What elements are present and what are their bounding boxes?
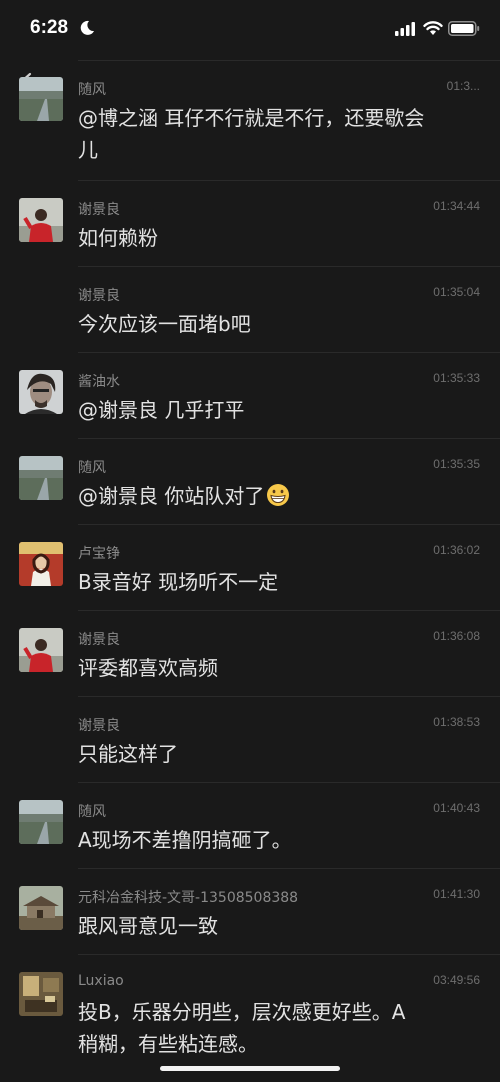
divider [78, 180, 500, 181]
divider [78, 438, 500, 439]
message-text: @博之涵 耳仔不行就是不行，还要歇会 儿 [78, 102, 478, 166]
message-time: 01:36:08 [433, 629, 480, 643]
message-text: 如何赖粉 [78, 226, 158, 250]
message-time: 01:38:53 [433, 715, 480, 729]
message-time: 01:34:44 [433, 199, 480, 213]
sender-name: Luxiao [78, 973, 124, 989]
sender-name: 卢宝铮 [78, 546, 120, 562]
portrait-avatar-icon [19, 370, 63, 414]
wifi-icon [423, 21, 443, 35]
avatar[interactable] [19, 972, 63, 1016]
village-house-avatar-icon [19, 886, 63, 930]
message-time: 01:35:35 [433, 457, 480, 471]
cellular-signal-icon [395, 22, 415, 36]
sender-name: 谢景良 [78, 718, 120, 734]
avatar[interactable] [19, 456, 63, 500]
sender-name: 酱油水 [78, 374, 120, 390]
moon-icon [80, 20, 94, 35]
divider [78, 524, 500, 525]
message-time: 01:41:30 [433, 887, 480, 901]
divider [78, 60, 500, 61]
battery-icon [448, 21, 480, 36]
message-text-body: @谢景良 你站队对了 [78, 484, 265, 508]
sender-name: 谢景良 [78, 288, 120, 304]
message-text: 投B，乐器分明些，层次感更好些。A 稍糊，有些粘连感。 [78, 996, 478, 1060]
person-avatar-icon [19, 628, 63, 672]
divider [78, 610, 500, 611]
avatar[interactable] [19, 77, 63, 121]
home-indicator[interactable] [160, 1066, 340, 1071]
avatar[interactable] [19, 886, 63, 930]
divider [78, 868, 500, 869]
landscape-avatar-icon [19, 800, 63, 844]
message-text: 今次应该一面堵b吧 [78, 312, 251, 336]
message-text: 只能这样了 [78, 742, 178, 766]
message-text-line: 稍糊，有些粘连感。 [78, 1032, 258, 1056]
message-text-line: @博之涵 耳仔不行就是不行，还要歇会 [78, 106, 425, 130]
message-text: @谢景良 几乎打平 [78, 398, 245, 422]
sender-name: 随风 [78, 804, 106, 820]
message-text-line: 投B，乐器分明些，层次感更好些。A [78, 1000, 406, 1024]
divider [78, 352, 500, 353]
message-time: 01:36:02 [433, 543, 480, 557]
sender-name: 随风 [78, 82, 106, 98]
divider [78, 782, 500, 783]
avatar[interactable] [19, 198, 63, 242]
avatar[interactable] [19, 628, 63, 672]
status-bar: 6:28 [0, 0, 500, 58]
divider [78, 696, 500, 697]
avatar[interactable] [19, 370, 63, 414]
status-time: 6:28 [30, 17, 69, 38]
message-text: @谢景良 你站队对了 [78, 480, 478, 512]
room-interior-avatar-icon [19, 972, 63, 1016]
sender-name: 谢景良 [78, 632, 120, 648]
divider [78, 266, 500, 267]
message-time: 01:40:43 [433, 801, 480, 815]
message-text: A现场不差撸阴搞砸了。 [78, 828, 292, 852]
message-time: 01:35:04 [433, 285, 480, 299]
divider [78, 954, 500, 955]
message-text: B录音好 现场听不一定 [78, 570, 279, 594]
avatar[interactable] [19, 542, 63, 586]
sender-name: 元科冶金科技-文哥-13508508388 [78, 890, 299, 906]
message-time: 03:49:56 [433, 973, 480, 987]
person-avatar-icon [19, 198, 63, 242]
sender-name: 谢景良 [78, 202, 120, 218]
grinning-face-emoji-icon [267, 484, 290, 506]
message-time: 01:35:33 [433, 371, 480, 385]
landscape-avatar-icon [19, 456, 63, 500]
person-avatar-icon [19, 542, 63, 586]
avatar[interactable] [19, 800, 63, 844]
landscape-avatar-icon [19, 77, 63, 121]
message-time: 01:3... [446, 79, 480, 93]
message-text: 评委都喜欢高频 [78, 656, 218, 680]
sender-name: 随风 [78, 460, 106, 476]
message-text-line: 儿 [78, 138, 98, 162]
message-text: 跟风哥意见一致 [78, 914, 218, 938]
